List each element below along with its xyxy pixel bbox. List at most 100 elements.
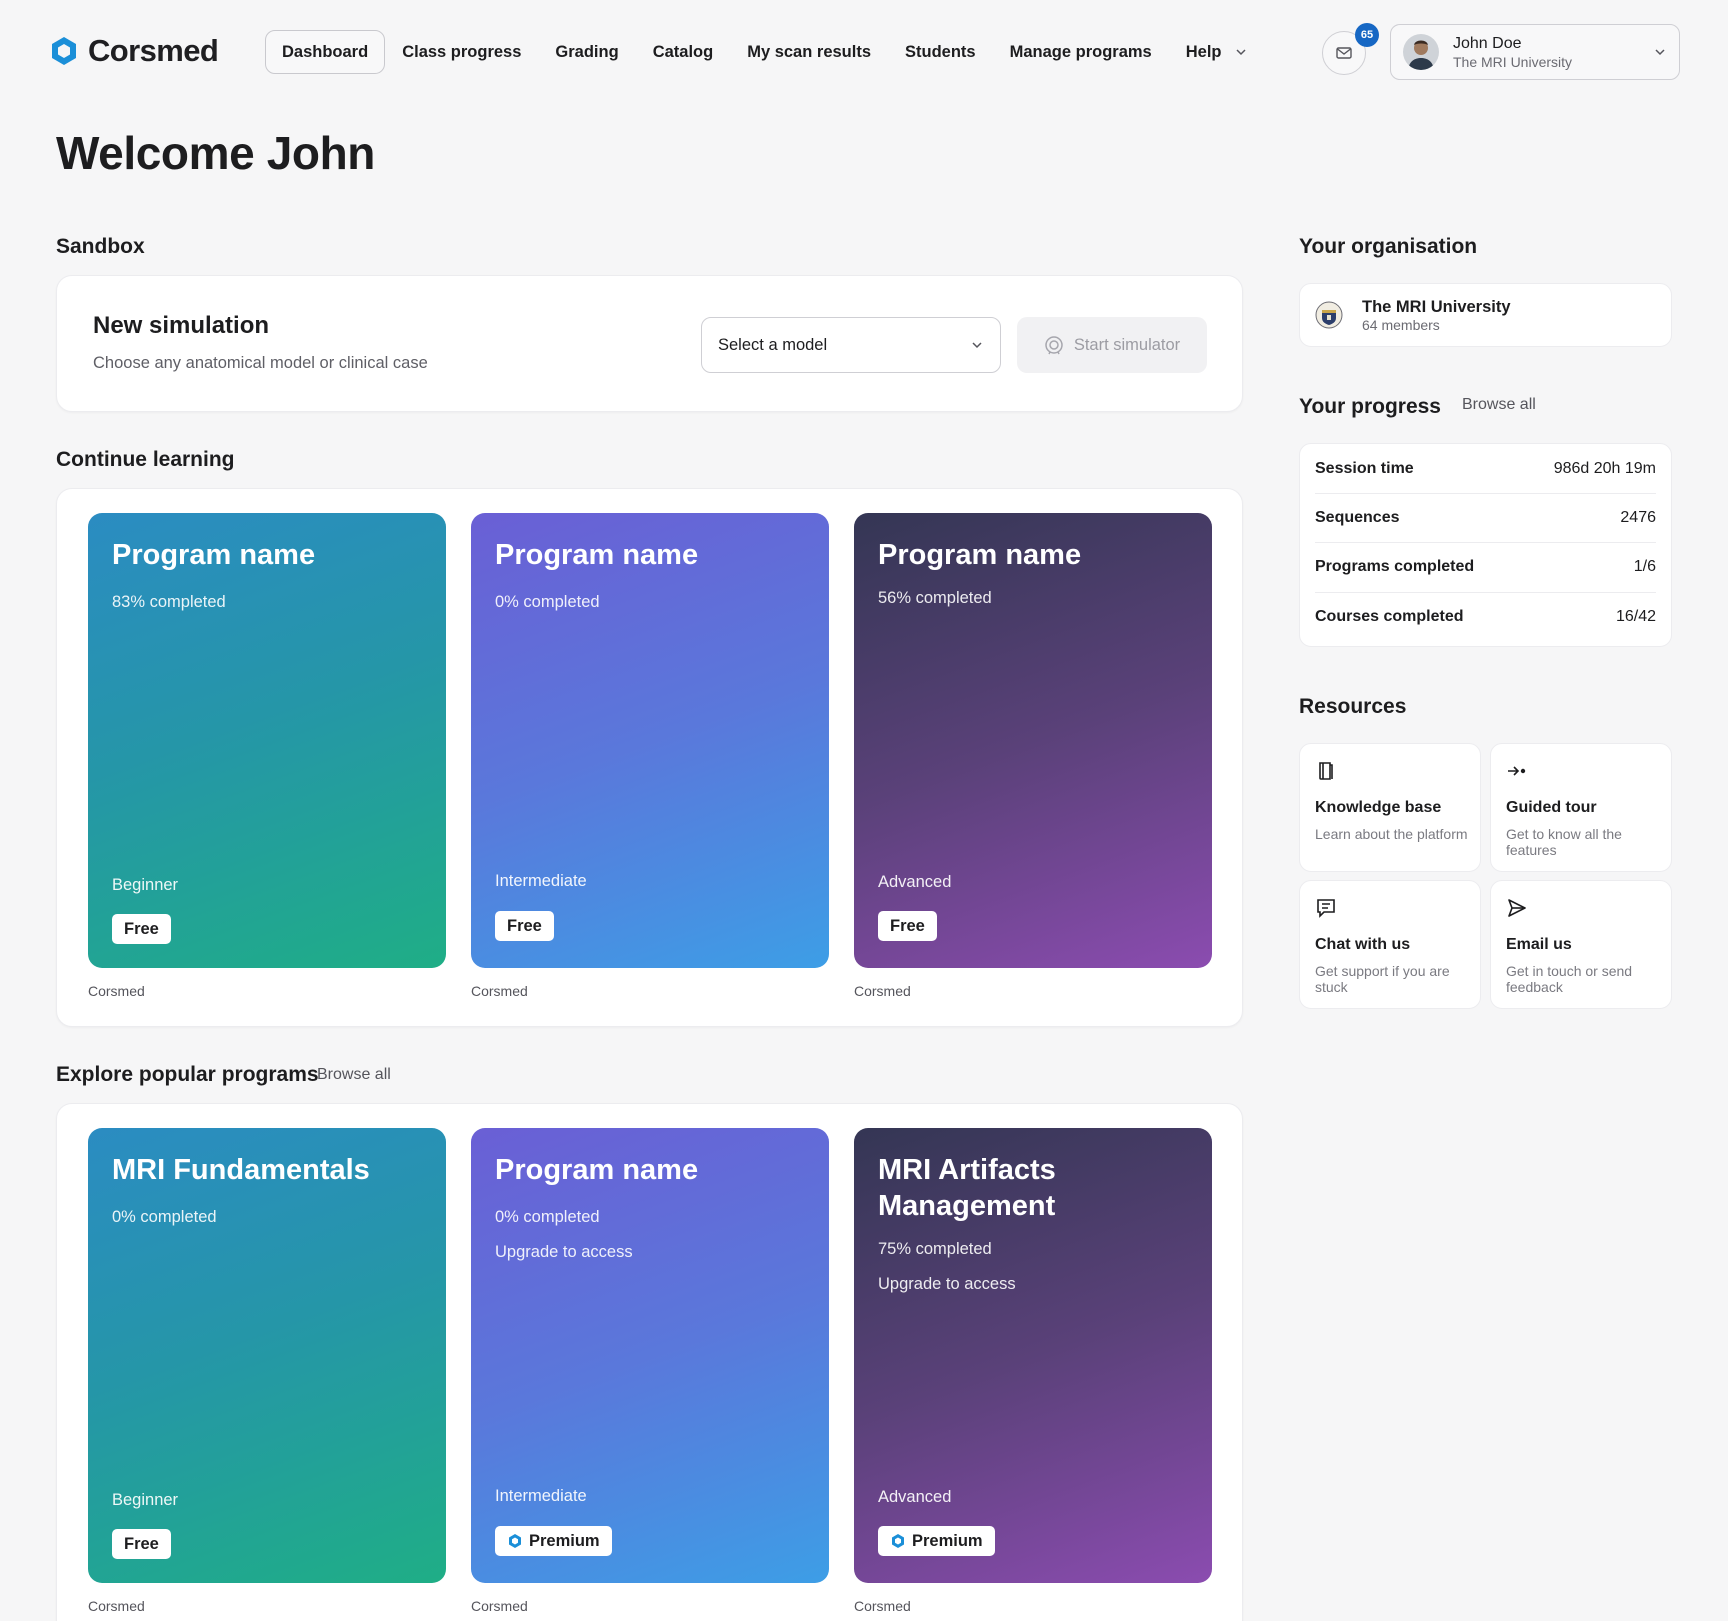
price-tag: Free <box>112 914 171 944</box>
user-menu-dropdown[interactable]: John Doe The MRI University <box>1390 24 1680 80</box>
progress-value: 986d 20h 19m <box>1553 459 1656 477</box>
program-title: Program name <box>112 539 316 571</box>
corsmed-logo[interactable]: Corsmed <box>48 33 219 69</box>
main-nav: Dashboard Class progress Grading Catalog… <box>265 30 1265 74</box>
model-select-value: Select a model <box>718 335 828 354</box>
model-select[interactable]: Select a model <box>701 317 1001 373</box>
mail-icon <box>1336 47 1352 59</box>
price-tag: Free <box>878 911 937 941</box>
sandbox-panel: New simulation Choose any anatomical mod… <box>56 275 1243 412</box>
program-title: Program name <box>495 1154 699 1186</box>
university-crest-icon <box>1315 301 1343 329</box>
progress-label: Programs completed <box>1315 558 1475 575</box>
resource-chat[interactable]: Chat with us Get support if you are stuc… <box>1299 880 1481 1009</box>
book-icon <box>1319 762 1333 780</box>
resource-title: Knowledge base <box>1315 799 1442 816</box>
resources-heading: Resources <box>1299 695 1407 718</box>
program-source: Corsmed <box>88 983 145 999</box>
premium-tag: Premium <box>878 1526 995 1556</box>
user-name: John Doe <box>1453 34 1522 52</box>
chat-icon <box>1317 899 1335 918</box>
resource-description: Get to know all the features <box>1506 826 1622 858</box>
organisation-members: 64 members <box>1362 317 1440 333</box>
avatar <box>1403 34 1439 70</box>
upgrade-notice: Upgrade to access <box>878 1275 1016 1293</box>
tour-arrow-icon <box>1508 766 1526 776</box>
program-source: Corsmed <box>471 983 528 999</box>
program-level: Beginner <box>112 876 179 894</box>
program-source: Corsmed <box>88 1598 145 1614</box>
progress-row: Session time 986d 20h 19m <box>1315 444 1656 493</box>
nav-catalog[interactable]: Catalog <box>636 30 731 74</box>
nav-manage-programs[interactable]: Manage programs <box>993 30 1169 74</box>
corsmed-logo-icon <box>52 37 76 65</box>
resource-title: Chat with us <box>1315 936 1411 953</box>
program-card[interactable]: Program name 0% completed Upgrade to acc… <box>471 1128 829 1583</box>
resource-description: Learn about the platform <box>1315 826 1468 842</box>
organisation-card[interactable]: The MRI University 64 members <box>1299 283 1672 347</box>
progress-row: Courses completed 16/42 <box>1315 592 1656 641</box>
chevron-down-icon <box>972 342 982 349</box>
program-title: Program name <box>878 539 1082 571</box>
resource-knowledge-base[interactable]: Knowledge base Learn about the platform <box>1299 743 1481 872</box>
progress-row: Programs completed 1/6 <box>1315 542 1656 591</box>
program-card[interactable]: MRI Fundamentals 0% completed Beginner F… <box>88 1128 446 1583</box>
notification-count-badge: 65 <box>1355 23 1379 47</box>
sandbox-heading: Sandbox <box>56 235 145 258</box>
explore-heading: Explore popular programs <box>56 1063 319 1086</box>
progress-label: Courses completed <box>1315 608 1464 625</box>
premium-icon <box>509 1534 521 1548</box>
start-simulator-label: Start simulator <box>1073 335 1181 354</box>
premium-tag: Premium <box>495 1526 612 1556</box>
program-title: MRI Artifacts Management <box>878 1154 1056 1222</box>
start-simulator-button[interactable]: Start simulator <box>1017 317 1207 373</box>
resource-email[interactable]: Email us Get in touch or send feedback <box>1490 880 1672 1009</box>
resource-title: Guided tour <box>1506 799 1597 816</box>
resource-guided-tour[interactable]: Guided tour Get to know all the features <box>1490 743 1672 872</box>
program-progress: 0% completed <box>112 1208 217 1226</box>
program-card[interactable]: Program name 56% completed Advanced Free <box>854 513 1212 968</box>
simulation-subtitle: Choose any anatomical model or clinical … <box>93 354 428 372</box>
nav-help-dropdown[interactable]: Help <box>1169 30 1265 74</box>
program-title: Program name <box>495 539 699 571</box>
chevron-down-icon <box>1235 49 1246 56</box>
resource-description: Get support if you are stuck <box>1315 963 1450 995</box>
program-card[interactable]: Program name 83% completed Beginner Free <box>88 513 446 968</box>
program-progress: 83% completed <box>112 593 226 611</box>
progress-label: Sequences <box>1315 509 1400 526</box>
program-progress: 75% completed <box>878 1240 992 1258</box>
organisation-name: The MRI University <box>1362 298 1511 316</box>
brand-name: Corsmed <box>88 33 219 68</box>
nav-my-scan-results[interactable]: My scan results <box>730 30 888 74</box>
program-source: Corsmed <box>471 1598 528 1614</box>
progress-browse-all-link[interactable]: Browse all <box>1462 396 1536 414</box>
continue-learning-heading: Continue learning <box>56 448 235 471</box>
price-tag: Free <box>112 1529 171 1559</box>
program-progress: 0% completed <box>495 1208 600 1226</box>
program-card[interactable]: MRI Artifacts Management 75% completed U… <box>854 1128 1212 1583</box>
progress-value: 1/6 <box>1633 558 1656 575</box>
price-tag: Free <box>495 911 554 941</box>
explore-browse-all-link[interactable]: Browse all <box>317 1066 391 1084</box>
chevron-down-icon <box>1655 49 1665 56</box>
explore-panel: MRI Fundamentals 0% completed Beginner F… <box>56 1103 1243 1621</box>
nav-grading[interactable]: Grading <box>538 30 635 74</box>
nav-class-progress[interactable]: Class progress <box>385 30 538 74</box>
nav-dashboard[interactable]: Dashboard <box>265 30 386 74</box>
program-source: Corsmed <box>854 983 911 999</box>
premium-tag-label: Premium <box>912 1532 983 1550</box>
resource-title: Email us <box>1506 936 1572 953</box>
continue-learning-panel: Program name 83% completed Beginner Free… <box>56 488 1243 1027</box>
program-level: Intermediate <box>495 1487 587 1505</box>
progress-value: 2476 <box>1620 509 1656 526</box>
program-card[interactable]: Program name 0% completed Intermediate F… <box>471 513 829 968</box>
organisation-heading: Your organisation <box>1299 235 1478 258</box>
program-progress: 56% completed <box>878 589 992 607</box>
send-icon <box>1508 899 1526 917</box>
simulator-icon <box>1045 336 1063 355</box>
premium-icon <box>892 1534 904 1548</box>
progress-heading: Your progress <box>1299 395 1441 418</box>
program-level: Beginner <box>112 1491 179 1509</box>
nav-students[interactable]: Students <box>888 30 993 74</box>
top-navigation-bar: Corsmed Dashboard Class progress Grading… <box>0 0 1728 104</box>
